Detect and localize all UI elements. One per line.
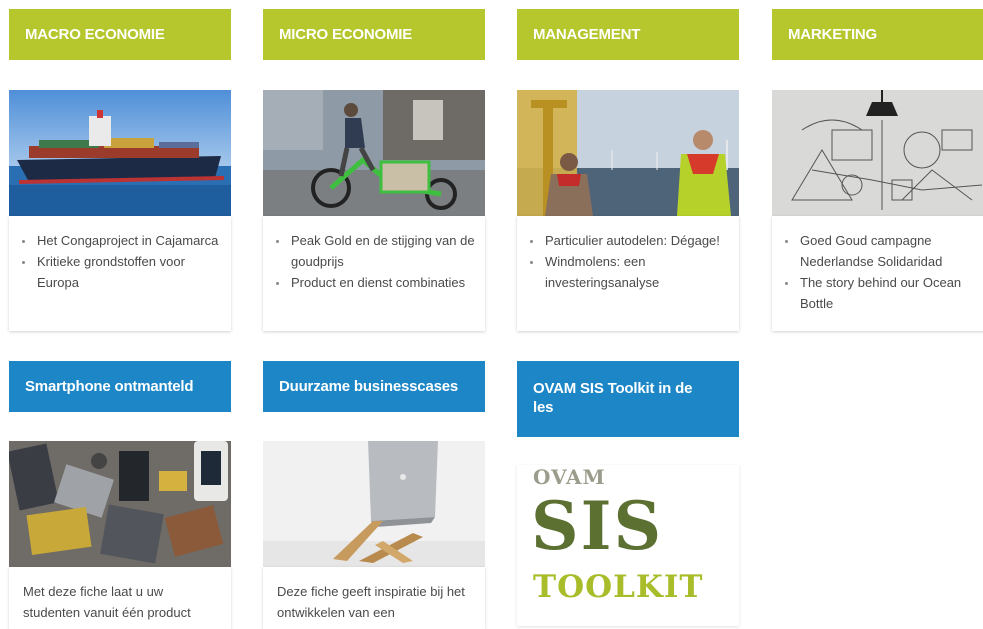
disassembled-phones-photo[interactable]	[9, 441, 231, 567]
card-header[interactable]: MARKETING	[772, 9, 983, 60]
laptop-stand-photo[interactable]	[263, 441, 485, 567]
container-ship-photo[interactable]	[9, 90, 231, 216]
item-list: Het Congaproject in Cajamarca Kritieke g…	[9, 216, 231, 303]
card-title-line1: OVAM SIS Toolkit in de	[533, 380, 693, 397]
list-item[interactable]: Particulier autodelen: Dégage!	[543, 230, 729, 251]
card-body: Goed Goud campagne Nederlandse Solidarid…	[772, 216, 983, 331]
logo-toolkit-text: TOOLKIT	[533, 569, 704, 605]
item-list: Particulier autodelen: Dégage! Windmolen…	[517, 216, 739, 303]
cargo-bike-photo[interactable]	[263, 90, 485, 216]
list-item[interactable]: The story behind our Ocean Bottle	[798, 272, 983, 314]
card-header[interactable]: MANAGEMENT	[517, 9, 739, 60]
card-description[interactable]: Met deze fiche laat u uw studenten vanui…	[9, 567, 231, 623]
card-body: Het Congaproject in Cajamarca Kritieke g…	[9, 216, 231, 331]
card-body: Particulier autodelen: Dégage! Windmolen…	[517, 216, 739, 331]
card-body: Met deze fiche laat u uw studenten vanui…	[9, 567, 231, 629]
card-header[interactable]: Duurzame businesscases	[263, 361, 485, 412]
list-item[interactable]: Kritieke grondstoffen voor Europa	[35, 251, 221, 293]
ovam-sis-toolkit-logo[interactable]: OVAM SIS TOOLKIT	[517, 465, 739, 626]
list-item[interactable]: Windmolens: een investeringsanalyse	[543, 251, 729, 293]
card-body: Peak Gold en de stijging van de goudprij…	[263, 216, 485, 331]
card-body: Deze fiche geeft inspiratie bij het ontw…	[263, 567, 485, 629]
list-item[interactable]: Peak Gold en de stijging van de goudprij…	[289, 230, 475, 272]
item-list: Goed Goud campagne Nederlandse Solidarid…	[772, 216, 983, 324]
list-item[interactable]: Product en dienst combinaties	[289, 272, 475, 293]
card-title: MARKETING	[788, 26, 878, 43]
wind-farm-photo[interactable]	[517, 90, 739, 216]
logo-ovam-text: OVAM	[533, 465, 606, 489]
card-title: MANAGEMENT	[533, 26, 641, 43]
card-header[interactable]: MICRO ECONOMIE	[263, 9, 485, 60]
item-list: Peak Gold en de stijging van de goudprij…	[263, 216, 485, 303]
list-item[interactable]: Het Congaproject in Cajamarca	[35, 230, 221, 251]
card-header[interactable]: Smartphone ontmanteld	[9, 361, 231, 412]
card-title: MICRO ECONOMIE	[279, 26, 413, 43]
card-description[interactable]: Deze fiche geeft inspiratie bij het ontw…	[263, 567, 485, 623]
sketch-lamp-photo[interactable]	[772, 90, 983, 216]
card-header[interactable]: OVAM SIS Toolkit in de les	[517, 361, 739, 437]
card-title: MACRO ECONOMIE	[25, 26, 165, 43]
logo-sis-text: SIS	[531, 487, 664, 565]
card-title: Duurzame businesscases	[279, 378, 459, 395]
card-title: Smartphone ontmanteld	[25, 378, 194, 395]
card-header[interactable]: MACRO ECONOMIE	[9, 9, 231, 60]
list-item[interactable]: Goed Goud campagne Nederlandse Solidarid…	[798, 230, 983, 272]
card-title-line2: les	[533, 399, 554, 416]
